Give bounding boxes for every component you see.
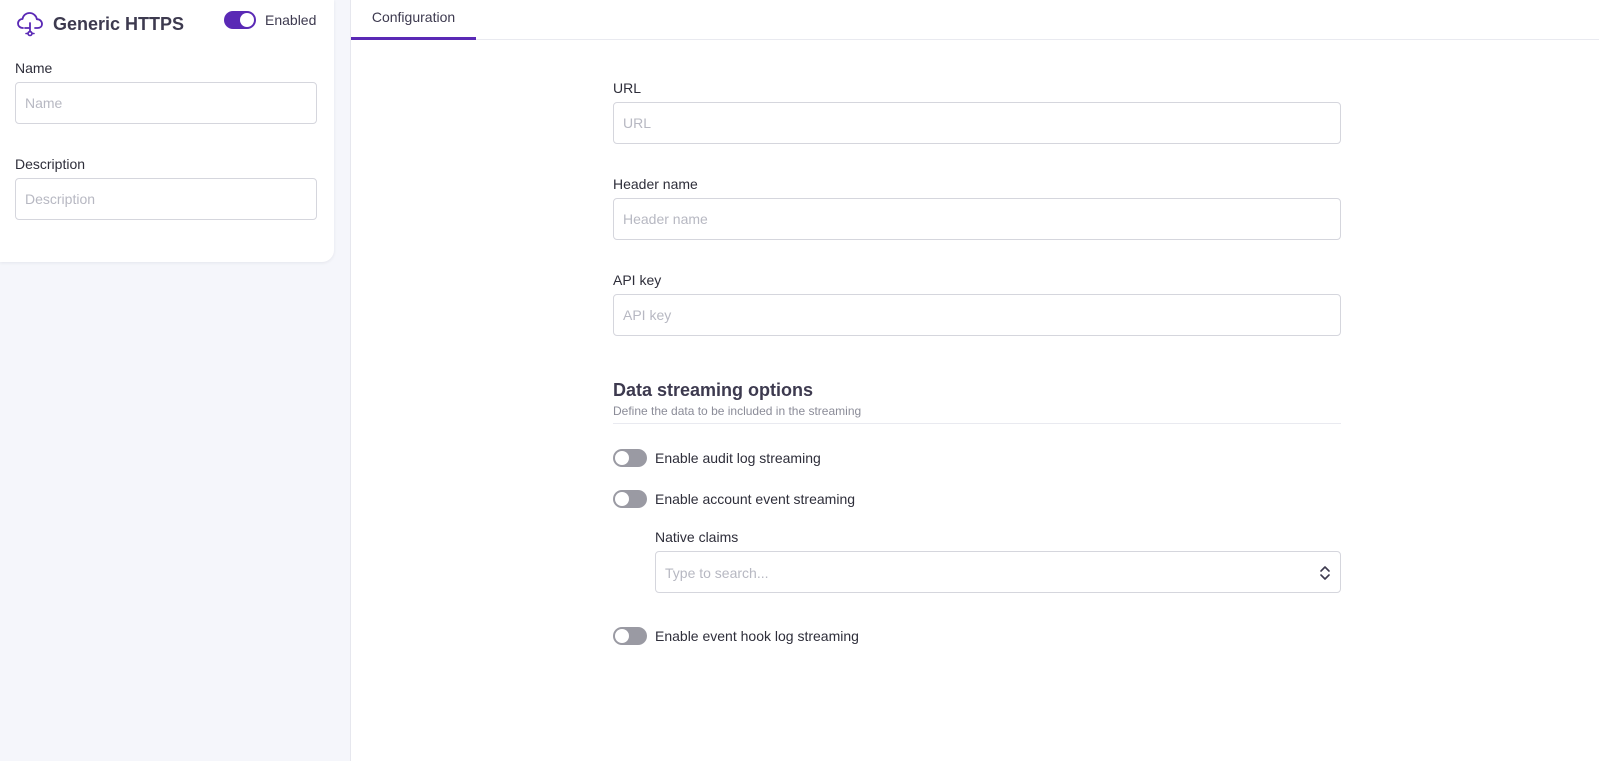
toggle-knob	[615, 629, 629, 643]
header-name-input[interactable]	[613, 198, 1341, 240]
configuration-panel: Configuration URL Header name API key Da…	[350, 0, 1599, 761]
tab-bar: Configuration	[351, 0, 1599, 40]
header-name-label: Header name	[613, 176, 698, 192]
section-subtitle: Define the data to be included in the st…	[613, 404, 862, 418]
card-header: Generic HTTPS Enabled	[15, 8, 317, 38]
toggle-knob	[615, 492, 629, 506]
api-key-label: API key	[613, 272, 662, 288]
toggle-knob	[240, 13, 254, 27]
url-label: URL	[613, 80, 642, 96]
native-claims-placeholder: Type to search...	[665, 565, 769, 581]
audit-log-streaming-label: Enable audit log streaming	[655, 450, 821, 466]
enabled-toggle[interactable]	[224, 11, 256, 29]
url-input[interactable]	[613, 102, 1341, 144]
chevron-up-down-icon	[1320, 566, 1330, 580]
integration-card: Generic HTTPS Enabled Name Description	[0, 0, 334, 262]
card-title: Generic HTTPS	[53, 14, 185, 34]
event-hook-log-streaming-toggle[interactable]	[613, 627, 647, 645]
api-key-input[interactable]	[613, 294, 1341, 336]
audit-log-streaming-toggle[interactable]	[613, 449, 647, 467]
account-event-streaming-toggle[interactable]	[613, 490, 647, 508]
native-claims-label: Native claims	[655, 529, 739, 545]
description-input[interactable]	[15, 178, 317, 220]
name-input[interactable]	[15, 82, 317, 124]
page: Generic HTTPS Enabled Name Description C…	[0, 0, 1599, 761]
description-label: Description	[15, 156, 86, 172]
event-hook-log-streaming-label: Enable event hook log streaming	[655, 628, 859, 644]
native-claims-select[interactable]: Type to search...	[655, 551, 1341, 593]
toggle-knob	[615, 451, 629, 465]
section-divider	[613, 423, 1341, 424]
tab-configuration[interactable]: Configuration	[351, 0, 476, 40]
cloud-upload-icon	[17, 12, 43, 37]
name-label: Name	[15, 60, 53, 76]
enabled-label: Enabled	[265, 12, 317, 28]
account-event-streaming-label: Enable account event streaming	[655, 491, 856, 507]
section-title: Data streaming options	[613, 380, 814, 400]
